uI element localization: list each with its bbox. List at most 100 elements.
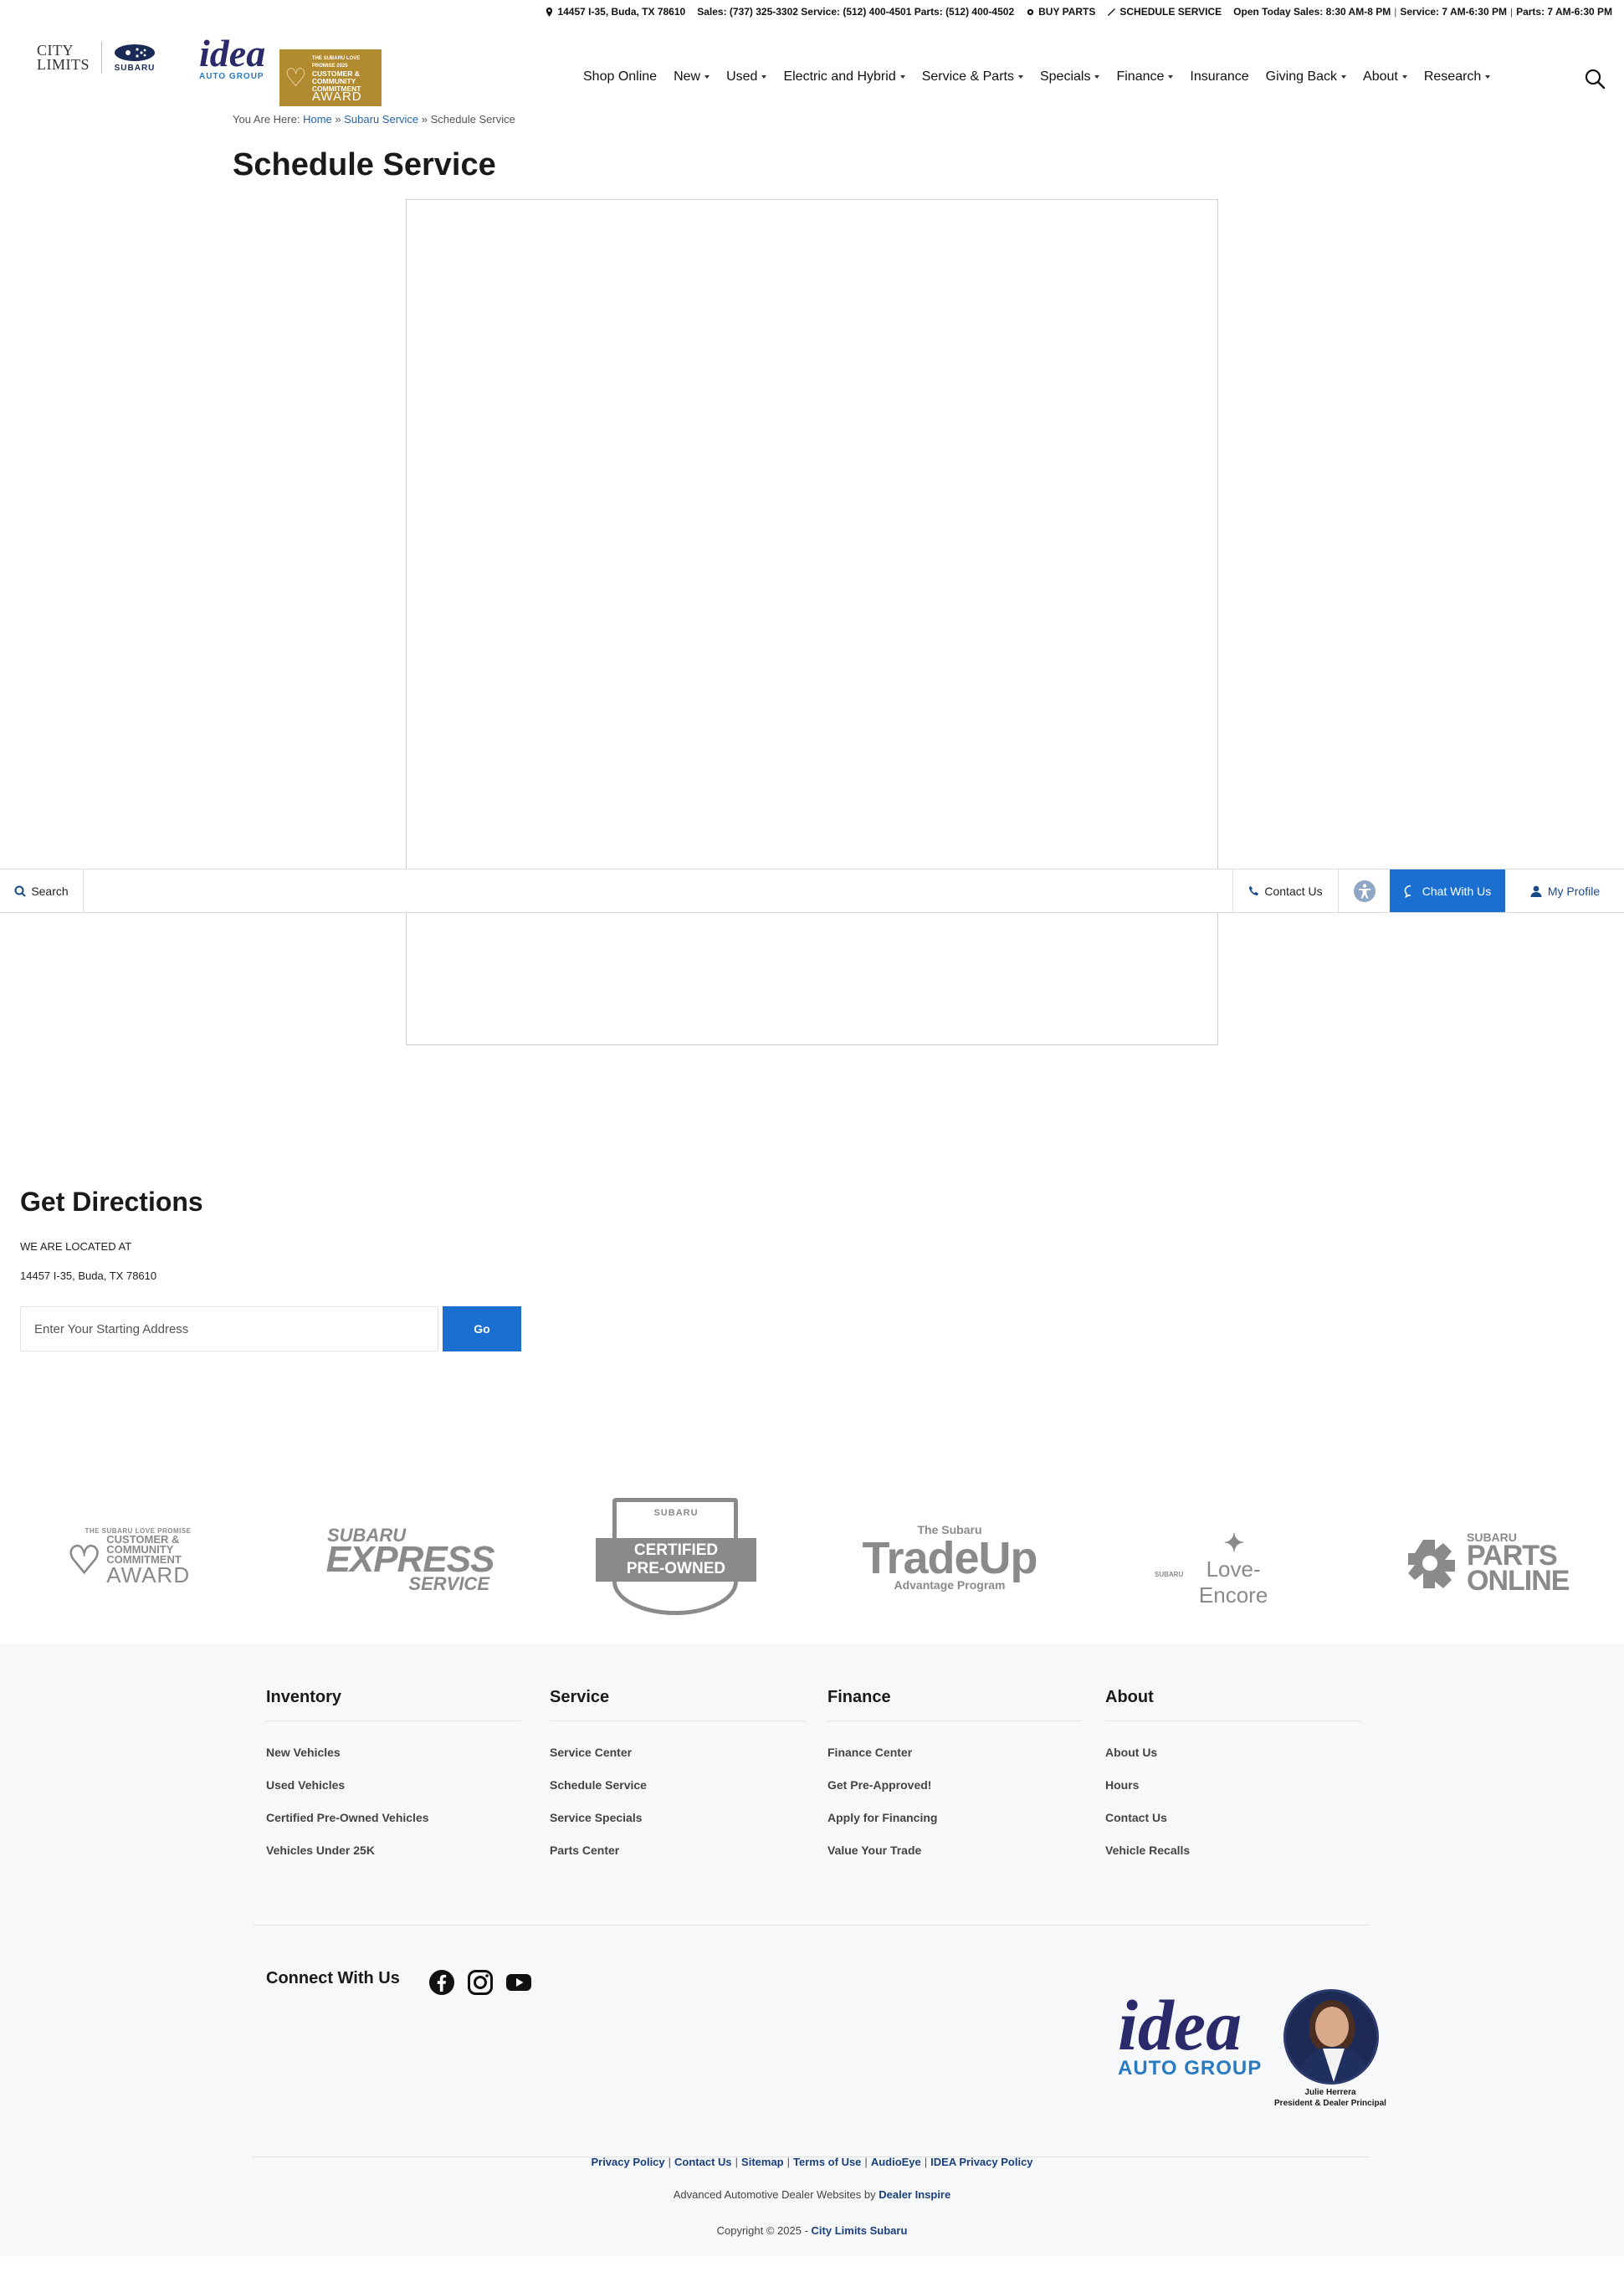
footer-column-service: Service Service Center Schedule Service Ser… [550, 1688, 805, 1867]
legal-link[interactable]: AudioEye [871, 2156, 921, 2168]
idea-auto-group-logo[interactable]: idea AUTO GROUP [199, 34, 265, 82]
credit-text: Advanced Automotive Dealer Websites by [673, 2188, 876, 2201]
love-encore-logo[interactable]: ✦ SUBARU Love-Encore [1155, 1531, 1280, 1608]
legal-link[interactable]: IDEA Privacy Policy [930, 2156, 1032, 2168]
parts-online-logo[interactable]: SUBARU PARTS ONLINE [1408, 1531, 1571, 1597]
schedule-service-label: SCHEDULE SERVICE [1119, 6, 1222, 18]
city-limits-logo[interactable]: CITY LIMITS SUBARU [37, 42, 156, 74]
footer-link[interactable]: Hours [1105, 1769, 1360, 1802]
footer-link[interactable]: Get Pre-Approved! [827, 1769, 1083, 1802]
footer-column-about: About About Us Hours Contact Us Vehicle Reca… [1105, 1688, 1360, 1867]
footer-link[interactable]: Finance Center [827, 1736, 1083, 1769]
footer-idea-logo[interactable]: idea AUTO GROUP [1118, 1989, 1262, 2080]
footer-link[interactable]: Parts Center [550, 1834, 805, 1867]
footer-column-heading: Finance [827, 1688, 1083, 1721]
nav-item-insurance[interactable]: Insurance [1190, 69, 1248, 85]
footer-link[interactable]: Apply for Financing [827, 1802, 1083, 1834]
cpo-line1: CERTIFIED [633, 1541, 719, 1559]
hours-separator: | [1394, 6, 1397, 18]
footer-link[interactable]: Used Vehicles [266, 1769, 521, 1802]
footer-link[interactable]: Service Center [550, 1736, 805, 1769]
buy-parts-label: BUY PARTS [1038, 6, 1096, 18]
express-service-logo[interactable]: SUBARU EXPRESS SERVICE [322, 1526, 498, 1593]
nav-item-finance[interactable]: Finance [1116, 69, 1174, 85]
my-profile-label: My Profile [1547, 884, 1601, 898]
directions-title: Get Directions [20, 1187, 203, 1217]
footer-link[interactable]: Value Your Trade [827, 1834, 1083, 1867]
nav-item-research[interactable]: Research [1423, 69, 1491, 85]
footer-link[interactable]: Schedule Service [550, 1769, 805, 1802]
instagram-icon[interactable] [467, 1969, 494, 1996]
dealer-address: 14457 I-35, Buda, TX 78610 [20, 1269, 157, 1282]
legal-link[interactable]: Contact Us [674, 2156, 732, 2168]
footer-link[interactable]: About Us [1105, 1736, 1360, 1769]
accessibility-icon [1353, 880, 1376, 902]
breadcrumb-home[interactable]: Home [303, 113, 332, 126]
nav-item-new[interactable]: New [674, 69, 710, 85]
parts-logo-text: SUBARU PARTS ONLINE [1467, 1531, 1570, 1597]
award-program-logo[interactable]: THE SUBARU LOVE PROMISE ♡ CUSTOMER & COM… [67, 1527, 209, 1586]
directions-go-button[interactable]: Go [443, 1306, 521, 1351]
legal-link[interactable]: Sitemap [741, 2156, 784, 2168]
certified-pre-owned-logo[interactable]: SUBARU CERTIFIED PRE-OWNED [592, 1490, 760, 1623]
nav-item-used[interactable]: Used [726, 69, 767, 85]
cpo-brand: SUBARU [653, 1508, 699, 1518]
sticky-search-button[interactable]: Search [0, 869, 84, 912]
breadcrumb-prefix: You Are Here: [233, 113, 300, 126]
idea-subtitle: AUTO GROUP [199, 72, 264, 81]
nav-item-about[interactable]: About [1363, 69, 1407, 85]
nav-item-label: New [674, 69, 701, 84]
nav-item-label: Electric and Hybrid [783, 69, 896, 84]
nav-item-shop-online[interactable]: Shop Online [583, 69, 657, 85]
footer-column-heading: Inventory [266, 1688, 521, 1721]
hours-parts: Parts: 7 AM-6:30 PM [1516, 6, 1612, 18]
accessibility-button[interactable] [1338, 869, 1390, 912]
legal-links: Privacy Policy | Contact Us | Sitemap | Terms … [0, 2156, 1624, 2168]
nav-item-giving-back[interactable]: Giving Back [1266, 69, 1347, 85]
chat-with-us-button[interactable]: Chat With Us [1390, 869, 1505, 912]
legal-link[interactable]: Terms of Use [793, 2156, 861, 2168]
sticky-action-bar: Search Contact Us Chat With Us My Profil… [0, 869, 1624, 913]
nav-item-label: Research [1423, 69, 1482, 84]
hours-link[interactable]: Open Today Sales: 8:30 AM-8 PM | Service… [1233, 6, 1612, 18]
hours-service: Service: 7 AM-6:30 PM [1400, 6, 1507, 18]
breadcrumb-subaru-service[interactable]: Subaru Service [344, 113, 418, 126]
buy-parts-link[interactable]: BUY PARTS [1026, 6, 1095, 18]
sticky-search-label: Search [31, 884, 69, 898]
tradeup-logo[interactable]: The Subaru TradeUp Advantage Program [862, 1523, 1037, 1591]
legal-link[interactable]: Privacy Policy [591, 2156, 664, 2168]
search-icon[interactable] [1584, 68, 1606, 90]
dealer-inspire-link[interactable]: Dealer Inspire [879, 2188, 950, 2201]
dealer-name-link[interactable]: City Limits Subaru [812, 2224, 908, 2237]
schedule-service-link[interactable]: SCHEDULE SERVICE [1107, 6, 1222, 18]
nav-item-specials[interactable]: Specials [1040, 69, 1100, 85]
my-profile-button[interactable]: My Profile [1505, 869, 1624, 912]
starting-address-input[interactable] [20, 1306, 438, 1351]
nav-item-electric-and-hybrid[interactable]: Electric and Hybrid [783, 69, 905, 85]
nav-item-service-parts[interactable]: Service & Parts [922, 69, 1023, 85]
youtube-icon[interactable] [505, 1969, 532, 1996]
footer-link[interactable]: Service Specials [550, 1802, 805, 1834]
phone-numbers[interactable]: Sales: (737) 325-3302 Service: (512) 400… [697, 6, 1014, 18]
footer-link[interactable]: Vehicle Recalls [1105, 1834, 1360, 1867]
cpo-ribbon: CERTIFIED PRE-OWNED [596, 1538, 756, 1582]
dealer-principal-name: Julie Herrera [1304, 2088, 1356, 2097]
dealer-principal-title: President & Dealer Principal [1274, 2099, 1386, 2108]
caret-down-icon [761, 75, 767, 79]
gear-icon [1408, 1540, 1455, 1588]
sticky-contact-button[interactable]: Contact Us [1232, 869, 1338, 912]
footer-link[interactable]: Certified Pre-Owned Vehicles [266, 1802, 521, 1834]
breadcrumb-separator: » [421, 113, 428, 126]
address-link[interactable]: 14457 I-35, Buda, TX 78610 [545, 6, 685, 18]
footer-link[interactable]: Contact Us [1105, 1802, 1360, 1834]
main-nav: Shop Online New Used Electric and Hybrid Ser… [583, 69, 1491, 85]
parts-logo-line2: ONLINE [1467, 1565, 1570, 1597]
caret-down-icon [704, 75, 710, 79]
nav-item-label: Used [726, 69, 758, 84]
subaru-stars-icon [115, 44, 155, 61]
address-text: 14457 I-35, Buda, TX 78610 [557, 6, 686, 18]
service-scheduler-frame[interactable] [406, 199, 1218, 1045]
facebook-icon[interactable] [428, 1969, 455, 1996]
footer-link[interactable]: Vehicles Under 25K [266, 1834, 521, 1867]
footer-link[interactable]: New Vehicles [266, 1736, 521, 1769]
